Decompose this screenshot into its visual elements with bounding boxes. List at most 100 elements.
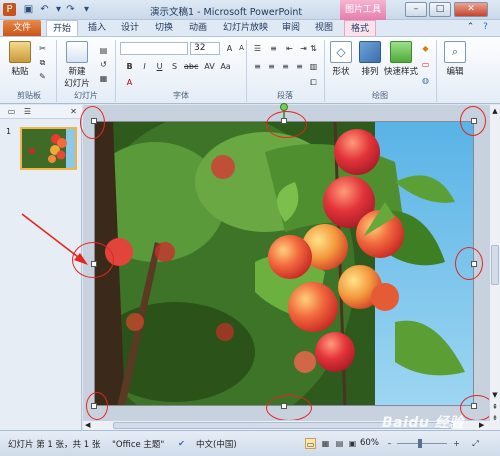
vertical-scrollbar[interactable]: ▲ ▼ ⇞ ⇟ [489, 105, 500, 430]
previous-slide-icon[interactable]: ⇞ [491, 403, 499, 411]
copy-icon[interactable]: ⧉ [37, 57, 48, 68]
tab-file[interactable]: 文件 [3, 20, 41, 36]
underline-icon[interactable]: U [154, 61, 165, 72]
shape-outline-icon[interactable]: ▭ [420, 59, 431, 70]
annotation-circle-bottom [266, 395, 312, 421]
slides-group-label: 幻灯片 [74, 91, 98, 100]
bold-icon[interactable]: B [124, 61, 135, 72]
thumbnail-image [22, 129, 75, 168]
grow-font-icon[interactable]: A [224, 43, 235, 54]
strikethrough-icon[interactable]: abc [184, 61, 198, 72]
slide-sorter-icon[interactable]: ▦ [320, 438, 331, 449]
powerpoint-logo-icon: P [3, 3, 16, 16]
shape-effects-icon[interactable]: ◍ [420, 75, 431, 86]
outline-tab-icon[interactable]: ☰ [22, 106, 33, 117]
arrange-button[interactable]: 排列 [357, 41, 383, 77]
tab-transitions[interactable]: 切换 [149, 20, 179, 36]
tab-slideshow[interactable]: 幻灯片放映 [217, 20, 274, 36]
decrease-indent-icon[interactable]: ⇤ [284, 43, 295, 54]
paste-button[interactable]: 粘贴 [6, 41, 34, 77]
cut-icon[interactable]: ✂ [37, 43, 48, 54]
minimize-button[interactable]: – [405, 2, 427, 17]
quick-styles-button[interactable]: 快速样式 [384, 41, 418, 77]
customize-toolbar-icon[interactable]: ▾ [80, 3, 93, 16]
tab-home[interactable]: 开始 [46, 20, 79, 36]
align-center-icon[interactable]: ≡ [266, 61, 277, 72]
scroll-left-icon[interactable]: ◀ [85, 421, 90, 429]
section-icon[interactable]: ▦ [98, 73, 109, 84]
layout-icon[interactable]: ▤ [98, 45, 109, 56]
arrange-label: 排列 [361, 67, 379, 77]
scroll-right-icon[interactable]: ▶ [479, 421, 484, 429]
text-direction-icon[interactable]: ⇅ [308, 43, 319, 54]
zoom-in-icon[interactable]: + [451, 438, 462, 449]
normal-view-icon[interactable]: ▭ [305, 438, 316, 449]
fit-to-window-icon[interactable]: ⤢ [470, 438, 481, 449]
pane-close-icon[interactable]: ✕ [68, 106, 79, 117]
annotation-circle-top-right [460, 106, 486, 136]
language[interactable]: 中文(中国) [196, 438, 237, 450]
ribbon: 粘贴 ✂ ⧉ ✎ 剪贴板 新建 幻灯片 ▤ ↺ ▦ 幻灯片 32 A A B I… [0, 36, 500, 104]
tab-insert[interactable]: 插入 [82, 20, 112, 36]
spell-check-icon[interactable]: ✔ [176, 438, 187, 449]
plum-photo [95, 122, 473, 405]
tab-design[interactable]: 设计 [115, 20, 145, 36]
shadow-icon[interactable]: S [169, 61, 180, 72]
zoom-slider[interactable] [397, 443, 447, 444]
annotation-arrow [21, 213, 88, 265]
font-color-icon[interactable]: A [124, 77, 135, 88]
tab-review[interactable]: 审阅 [276, 20, 306, 36]
scroll-up-icon[interactable]: ▲ [491, 107, 499, 115]
shape-fill-icon[interactable]: ◆ [420, 43, 431, 54]
save-icon[interactable]: ▣ [22, 3, 35, 16]
char-spacing-icon[interactable]: AV [204, 61, 215, 72]
align-right-icon[interactable]: ≡ [280, 61, 291, 72]
zoom-slider-thumb[interactable] [418, 439, 422, 448]
close-button[interactable]: ✕ [454, 2, 488, 17]
zoom-out-icon[interactable]: – [384, 438, 395, 449]
slideshow-view-icon[interactable]: ▣ [347, 438, 358, 449]
reading-view-icon[interactable]: ▤ [334, 438, 345, 449]
slide-thumbnail[interactable] [20, 127, 77, 170]
new-slide-button[interactable]: 新建 幻灯片 [62, 41, 92, 89]
redo-icon[interactable]: ↷ [64, 3, 77, 16]
bullets-icon[interactable]: ☰ [252, 43, 263, 54]
zoom-level[interactable]: 60% [360, 438, 379, 448]
editing-label: 编辑 [446, 67, 464, 77]
maximize-button[interactable]: □ [429, 2, 451, 17]
help-icon[interactable]: ? [480, 22, 491, 33]
ribbon-collapse-icon[interactable]: ⌃ [465, 22, 476, 33]
tab-animations[interactable]: 动画 [183, 20, 213, 36]
new-slide-label-2: 幻灯片 [64, 79, 90, 89]
slide-picture[interactable] [94, 121, 474, 406]
tab-view[interactable]: 视图 [309, 20, 339, 36]
align-left-icon[interactable]: ≡ [252, 61, 263, 72]
vertical-scroll-thumb[interactable] [491, 245, 499, 285]
smartart-icon[interactable]: ⧠ [308, 77, 319, 88]
undo-icon[interactable]: ↶ [38, 3, 51, 16]
shapes-button[interactable]: ◇ 形状 [328, 41, 354, 77]
change-case-icon[interactable]: Aa [220, 61, 231, 72]
theme-name: "Office 主题" [112, 440, 165, 450]
shapes-icon: ◇ [330, 41, 352, 63]
reset-icon[interactable]: ↺ [98, 59, 109, 70]
numbering-icon[interactable]: ≡ [268, 43, 279, 54]
tab-format[interactable]: 格式 [344, 20, 377, 36]
next-slide-icon[interactable]: ⇟ [491, 414, 499, 422]
font-name-dropdown[interactable] [120, 42, 188, 55]
annotation-circle-right [455, 247, 483, 280]
slides-tab-icon[interactable]: ▭ [6, 106, 17, 117]
format-painter-icon[interactable]: ✎ [37, 71, 48, 82]
new-slide-label-1: 新建 [68, 67, 86, 77]
columns-icon[interactable]: ▥ [308, 61, 319, 72]
rotation-handle[interactable] [280, 103, 288, 111]
scroll-down-icon[interactable]: ▼ [491, 391, 499, 399]
binoculars-icon: ⌕ [444, 41, 466, 63]
annotation-circle-top-left [80, 106, 105, 139]
justify-icon[interactable]: ≡ [294, 61, 305, 72]
italic-icon[interactable]: I [139, 61, 150, 72]
annotation-circle-top [266, 111, 307, 138]
font-size-dropdown[interactable]: 32 [190, 42, 220, 55]
editing-button[interactable]: ⌕ 编辑 [442, 41, 468, 77]
annotation-circle-bottom-left [86, 392, 108, 420]
